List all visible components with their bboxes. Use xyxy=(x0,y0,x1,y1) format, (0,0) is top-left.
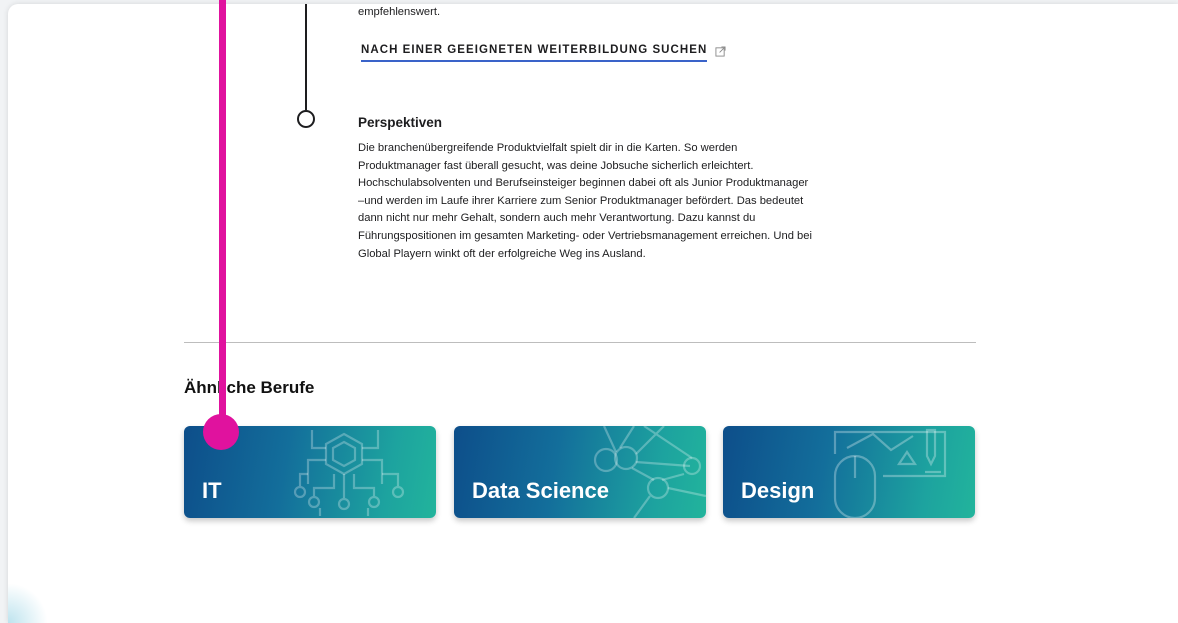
page: empfehlenswert. NACH EINER GEEIGNETEN WE… xyxy=(8,4,1178,623)
perspectives-line: –und werden im Laufe ihrer Karriere zum … xyxy=(358,194,804,207)
corner-decoration xyxy=(8,583,48,623)
section-divider xyxy=(184,342,976,343)
search-training-link[interactable]: NACH EINER GEEIGNETEN WEITERBILDUNG SUCH… xyxy=(361,44,726,62)
perspectives-title: Perspektiven xyxy=(358,115,443,130)
network-nodes-icon xyxy=(593,426,706,518)
perspectives-line: Führungspositionen im gesamten Marketing… xyxy=(358,229,812,242)
perspectives-line: dann nicht nur mehr Gehalt, sondern auch… xyxy=(358,212,756,225)
perspectives-line: Hochschulabsolventen und Berufseinsteige… xyxy=(358,177,809,190)
pointer-marker-line xyxy=(219,0,226,428)
perspectives-line: Global Playern winkt oft der erfolgreich… xyxy=(358,247,646,260)
perspectives-body: Die branchenübergreifende Produktvielfal… xyxy=(358,140,918,263)
pointer-marker-dot xyxy=(203,414,239,450)
perspectives-line: Die branchenübergreifende Produktvielfal… xyxy=(358,142,738,154)
related-card-label: Design xyxy=(741,478,815,503)
search-training-link-label: NACH EINER GEEIGNETEN WEITERBILDUNG SUCH… xyxy=(361,44,708,62)
related-card-data-science[interactable]: Data Science xyxy=(454,426,706,518)
previous-section-text: empfehlenswert. xyxy=(358,6,441,18)
external-link-icon xyxy=(715,45,726,57)
related-card-design[interactable]: Design xyxy=(723,426,975,518)
related-card-label: IT xyxy=(202,478,222,503)
drawing-tablet-mouse-icon xyxy=(833,428,947,518)
related-jobs-title: Ähnliche Berufe xyxy=(184,378,315,397)
timeline-line xyxy=(305,4,307,110)
timeline-node xyxy=(297,110,315,128)
related-card-label: Data Science xyxy=(472,478,609,503)
perspectives-line: Produktmanager fast überall gesucht, was… xyxy=(358,159,754,172)
